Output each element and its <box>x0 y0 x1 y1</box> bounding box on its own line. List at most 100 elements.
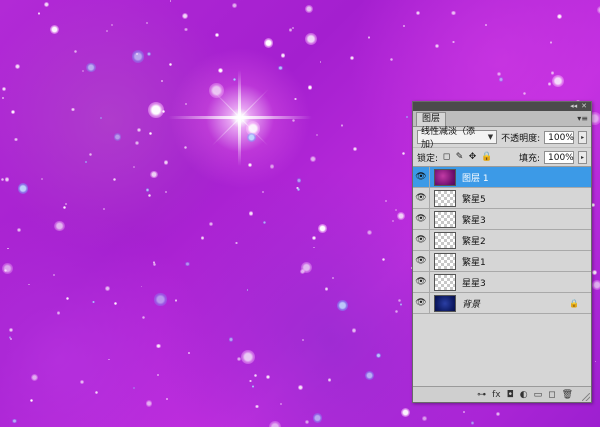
layer-row[interactable]: 👁 繁星2 <box>413 230 591 251</box>
sparkle <box>37 12 41 16</box>
sparkle <box>415 11 420 16</box>
sparkle <box>463 411 466 414</box>
sparkle <box>2 96 5 100</box>
sparkle <box>235 242 238 245</box>
sparkle <box>592 280 600 290</box>
sparkle <box>184 28 188 32</box>
sparkle <box>169 0 172 2</box>
visibility-eye-icon[interactable]: 👁 <box>413 272 430 292</box>
layer-row[interactable]: 👁 图层 1 <box>413 167 591 188</box>
sparkle <box>364 370 374 380</box>
opacity-input[interactable]: 100% <box>544 130 575 144</box>
new-layer-icon[interactable]: ◻ <box>548 390 555 400</box>
sparkle <box>31 374 39 382</box>
blend-mode-select[interactable]: 线性减淡（添加） ▼ <box>417 127 498 150</box>
sparkle <box>451 10 456 16</box>
fill-slider-button[interactable]: ▸ <box>578 150 587 164</box>
lock-transparent-pixels-icon[interactable]: ◻ <box>442 152 451 162</box>
sparkle <box>401 151 406 156</box>
sparkle <box>241 349 256 364</box>
sparkle <box>396 212 405 221</box>
visibility-eye-icon[interactable]: 👁 <box>413 293 430 313</box>
sparkle <box>298 385 303 390</box>
sparkle <box>214 32 219 37</box>
visibility-eye-icon[interactable]: 👁 <box>413 230 430 250</box>
sparkle <box>133 387 136 390</box>
layer-row[interactable]: 👁 星星3 <box>413 272 591 293</box>
new-group-icon[interactable]: ▭ <box>534 390 543 400</box>
layer-thumbnail <box>434 210 456 228</box>
sparkle <box>300 262 312 274</box>
panel-titlebar[interactable]: ◂◂ ✕ <box>413 102 591 111</box>
sparkle <box>79 379 85 384</box>
sparkle <box>154 293 167 306</box>
sparkle <box>265 375 270 380</box>
panel-menu-icon[interactable]: ▾≡ <box>577 112 588 126</box>
visibility-eye-icon[interactable]: 👁 <box>413 209 430 229</box>
opacity-slider-button[interactable]: ▸ <box>578 130 587 144</box>
sparkle <box>247 162 252 167</box>
sparkle <box>350 56 355 60</box>
visibility-eye-icon[interactable]: 👁 <box>413 251 430 271</box>
sparkle <box>395 310 398 313</box>
sparkle <box>352 146 358 151</box>
sparkle <box>157 374 160 377</box>
sparkle <box>304 4 314 14</box>
sparkle <box>367 229 373 235</box>
collapse-icon[interactable]: ◂◂ <box>570 102 577 111</box>
visibility-eye-icon[interactable]: 👁 <box>413 188 430 208</box>
layer-style-icon[interactable]: fx <box>492 390 501 400</box>
sparkle <box>249 380 252 383</box>
layer-row[interactable]: 👁 繁星5 <box>413 188 591 209</box>
sparkle <box>12 418 17 424</box>
lock-image-pixels-icon[interactable]: ✎ <box>455 152 464 162</box>
sparkle <box>14 137 19 142</box>
resize-grip[interactable] <box>582 393 590 401</box>
sparkle <box>435 43 440 48</box>
layer-row[interactable]: 👁 繁星3 <box>413 209 591 230</box>
lock-all-icon[interactable]: 🔒 <box>481 152 492 162</box>
link-layers-icon[interactable]: ⊶ <box>477 390 486 400</box>
sparkle <box>395 208 398 212</box>
sparkle <box>392 219 395 222</box>
delete-layer-icon[interactable]: 🗑 <box>562 390 573 400</box>
sparkle <box>145 188 150 192</box>
sparkle <box>470 421 475 425</box>
layer-thumbnail <box>434 252 456 270</box>
sparkle <box>496 71 502 77</box>
sparkle <box>54 220 65 232</box>
sparkle <box>185 261 190 267</box>
sparkle <box>263 38 274 48</box>
sparkle <box>498 77 504 82</box>
lock-position-icon[interactable]: ✥ <box>468 152 477 162</box>
sparkle <box>92 300 95 303</box>
lock-label: 锁定: <box>417 153 439 164</box>
sparkle <box>28 283 30 286</box>
sparkle <box>10 110 16 115</box>
adjustment-layer-icon[interactable]: ◐ <box>520 390 528 400</box>
add-mask-icon[interactable]: ◘ <box>507 390 514 400</box>
sparkle <box>551 74 565 88</box>
panel-bottom-toolbar: ⊶ fx ◘ ◐ ▭ ◻ 🗑 <box>413 386 591 402</box>
layer-row[interactable]: 👁 繁星1 <box>413 251 591 272</box>
sparkle <box>351 328 357 333</box>
sparkle <box>86 62 96 73</box>
sparkle <box>56 311 61 315</box>
sparkle <box>84 160 88 164</box>
sparkle <box>162 110 166 114</box>
sparkle <box>146 51 151 56</box>
sparkle <box>218 68 223 74</box>
sparkle <box>594 360 597 363</box>
fill-input[interactable]: 100% <box>544 150 574 164</box>
close-icon[interactable]: ✕ <box>581 102 587 111</box>
sparkle <box>384 199 387 203</box>
layer-row[interactable]: 👁 背景 🔒 <box>413 293 591 314</box>
blend-mode-value: 线性减淡（添加） <box>421 127 476 150</box>
sparkle <box>181 12 189 20</box>
sparkle <box>549 41 553 44</box>
sparkle <box>9 328 14 333</box>
sparkle <box>312 413 323 423</box>
visibility-eye-icon[interactable]: 👁 <box>413 167 430 187</box>
sparkle <box>136 128 142 133</box>
sparkle <box>44 2 50 7</box>
